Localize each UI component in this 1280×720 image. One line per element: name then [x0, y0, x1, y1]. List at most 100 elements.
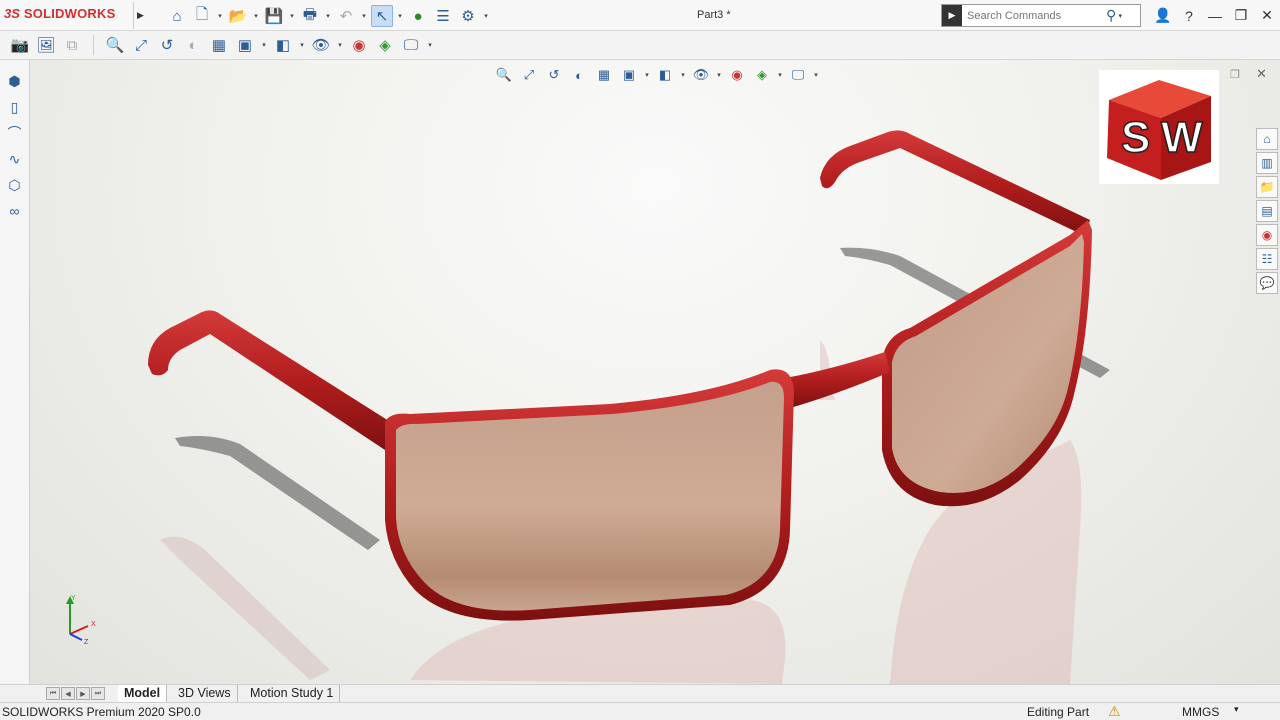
feature-manager-panel: ⬢ ▯ ⌒ ∿ ⬡ ∞	[0, 60, 30, 684]
section-view-icon[interactable]: ◐	[182, 34, 204, 56]
options-gear-icon[interactable]: ⚙	[457, 5, 479, 27]
view-orientation-icon[interactable]: ▣	[618, 65, 640, 85]
file-properties-icon[interactable]: ☰	[432, 5, 454, 27]
dynamic-annotation-icon[interactable]: ▦	[208, 34, 230, 56]
apply-scene-icon[interactable]: ◈	[374, 34, 396, 56]
edit-appearance-icon[interactable]: ◉	[348, 34, 370, 56]
coordinate-triad: Y X Z	[60, 594, 100, 647]
chevron-down-icon[interactable]: ▾	[260, 41, 268, 49]
previous-view-icon[interactable]: ↺	[543, 65, 565, 85]
select-cursor-icon[interactable]: ↖	[371, 5, 393, 27]
status-bar: SOLIDWORKS Premium 2020 SP0.0 Editing Pa…	[0, 702, 1280, 720]
chevron-down-icon[interactable]: ▾	[298, 41, 306, 49]
chevron-down-icon[interactable]: ▾	[812, 71, 820, 79]
heads-up-view-toolbar: 🔍 ⤢ ↺ ◐ ▦ ▣ ▾ ◧ ▾ 👁 ▾ ◉ ◈ ▾ 🖵 ▾	[493, 65, 820, 85]
chevron-down-icon[interactable]: ▾	[1116, 12, 1124, 20]
feature-manager-icon[interactable]: ⬢	[5, 70, 25, 92]
tab-3d-views[interactable]: 3D Views	[172, 685, 238, 702]
save-icon[interactable]: 💾	[263, 5, 285, 27]
zoom-to-fit-icon[interactable]: 🔍	[493, 65, 515, 85]
home-icon[interactable]: ⌂	[166, 5, 188, 27]
resources-home-icon[interactable]: ⌂	[1256, 128, 1278, 150]
chevron-down-icon[interactable]: ▾	[426, 41, 434, 49]
chevron-down-icon[interactable]: ▾	[216, 12, 224, 20]
search-box[interactable]: ▶ ⚲ ▾	[941, 4, 1141, 27]
units-dropdown-icon[interactable]: ▾	[1234, 704, 1239, 715]
new-document-icon[interactable]: 🗋	[191, 5, 213, 27]
design-library-icon[interactable]: ▥	[1256, 152, 1278, 174]
open-folder-icon[interactable]: 📂	[227, 5, 249, 27]
loft-icon[interactable]: ∞	[5, 200, 25, 222]
apply-scene-icon[interactable]: ◈	[751, 65, 773, 85]
zoom-to-area-icon[interactable]: ⤢	[130, 34, 152, 56]
zoom-to-fit-icon[interactable]: 🔍	[104, 34, 126, 56]
user-icon[interactable]: 👤	[1150, 7, 1176, 24]
graphics-area[interactable]: 🔍 ⤢ ↺ ◐ ▦ ▣ ▾ ◧ ▾ 👁 ▾ ◉ ◈ ▾ 🖵 ▾ ❐ ✕ S W	[30, 60, 1280, 684]
tab-motion-study[interactable]: Motion Study 1	[244, 685, 341, 702]
viewport-close-button[interactable]: ✕	[1256, 66, 1267, 82]
display-style-icon[interactable]: ◧	[272, 34, 294, 56]
chevron-down-icon[interactable]: ▾	[288, 12, 296, 20]
view-settings-icon[interactable]: 🖵	[787, 65, 809, 85]
close-button[interactable]: ✕	[1254, 7, 1280, 24]
editing-mode: Editing Part	[1027, 705, 1090, 719]
search-input[interactable]	[962, 9, 1102, 22]
hide-show-items-icon[interactable]: 👁	[310, 34, 332, 56]
hide-show-items-icon[interactable]: 👁	[690, 65, 712, 85]
sweep-icon[interactable]: ∿	[5, 148, 25, 170]
chevron-down-icon[interactable]: ▾	[360, 12, 368, 20]
appearances-icon[interactable]: ◉	[1256, 224, 1278, 246]
file-explorer-icon[interactable]: 📁	[1256, 176, 1278, 198]
zoom-to-area-icon[interactable]: ⤢	[518, 65, 540, 85]
chevron-down-icon[interactable]: ▾	[715, 71, 723, 79]
chevron-down-icon[interactable]: ▾	[482, 12, 490, 20]
forum-icon[interactable]: 💬	[1256, 272, 1278, 294]
help-icon[interactable]: ?	[1176, 8, 1202, 24]
chevron-down-icon[interactable]: ▾	[336, 41, 344, 49]
restore-button[interactable]: ❐	[1228, 7, 1254, 24]
revolve-icon[interactable]: ⬡	[5, 174, 25, 196]
search-scope-icon[interactable]: ▶	[942, 5, 962, 26]
chevron-down-icon[interactable]: ▾	[396, 12, 404, 20]
first-tab-icon[interactable]: ⏮	[46, 687, 60, 700]
right-temple[interactable]	[820, 130, 1090, 236]
chevron-down-icon[interactable]: ▾	[679, 71, 687, 79]
solidworks-logo[interactable]: 3S SOLIDWORKS	[4, 6, 115, 21]
left-temple[interactable]	[148, 310, 400, 452]
view-settings-icon[interactable]: 🖵	[400, 34, 422, 56]
menu-expand-arrow-icon[interactable]: ▶	[133, 2, 147, 29]
search-icon[interactable]: ⚲	[1106, 7, 1116, 24]
undo-icon[interactable]: ↶	[335, 5, 357, 27]
edit-appearance-icon[interactable]: ◉	[726, 65, 748, 85]
rebuild-traffic-light-icon[interactable]: ●	[407, 5, 429, 27]
sunglasses-model[interactable]	[30, 60, 1280, 684]
capture-image-icon[interactable]: 🖼	[35, 34, 57, 56]
last-tab-icon[interactable]: ⏭	[91, 687, 105, 700]
tab-model[interactable]: Model	[118, 685, 168, 702]
bridge[interactable]	[785, 352, 890, 408]
copy-icon[interactable]: ⧉	[61, 34, 83, 56]
view-palette-icon[interactable]: ▤	[1256, 200, 1278, 222]
sketch-icon[interactable]: ⌒	[5, 122, 25, 144]
view-orientation-icon[interactable]: ▣	[234, 34, 256, 56]
unit-system[interactable]: MMGS	[1182, 705, 1219, 719]
chevron-down-icon[interactable]: ▾	[252, 12, 260, 20]
camera-icon[interactable]: 📷	[9, 34, 31, 56]
document-tabs: ⏮ ◀ ▶ ⏭ Model 3D Views Motion Study 1	[0, 684, 1280, 702]
custom-properties-icon[interactable]: ☷	[1256, 248, 1278, 270]
previous-view-icon[interactable]: ↺	[156, 34, 178, 56]
rebuild-warning-icon[interactable]: ⚠	[1108, 703, 1121, 720]
display-style-icon[interactable]: ◧	[654, 65, 676, 85]
triad-z-label: Z	[84, 639, 89, 644]
viewport-restore-button[interactable]: ❐	[1230, 68, 1240, 81]
dynamic-annotation-icon[interactable]: ▦	[593, 65, 615, 85]
print-icon[interactable]: 🖶	[299, 5, 321, 27]
extrude-icon[interactable]: ▯	[5, 96, 25, 118]
chevron-down-icon[interactable]: ▾	[776, 71, 784, 79]
chevron-down-icon[interactable]: ▾	[643, 71, 651, 79]
prev-tab-icon[interactable]: ◀	[61, 687, 75, 700]
next-tab-icon[interactable]: ▶	[76, 687, 90, 700]
minimize-button[interactable]: —	[1202, 8, 1228, 24]
section-view-icon[interactable]: ◐	[568, 65, 590, 85]
chevron-down-icon[interactable]: ▾	[324, 12, 332, 20]
